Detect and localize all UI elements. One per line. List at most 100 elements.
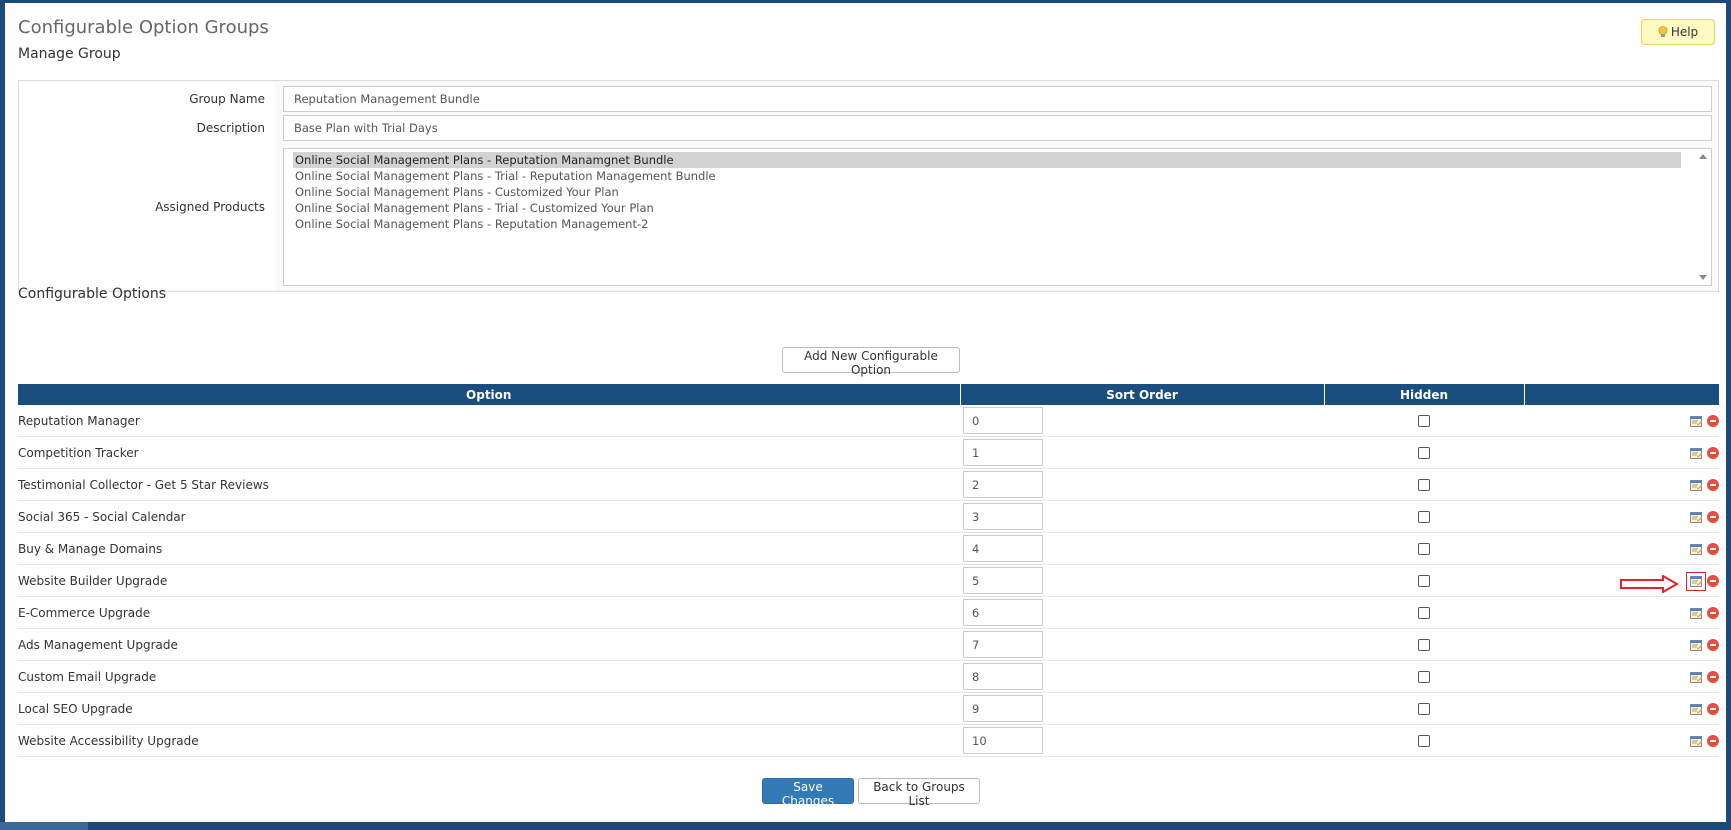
edit-icon[interactable] — [1690, 607, 1702, 619]
assigned-product-option[interactable]: Online Social Management Plans - Trial -… — [284, 168, 1681, 184]
delete-icon[interactable] — [1707, 735, 1719, 747]
sort-order-input[interactable] — [963, 439, 1043, 466]
delete-icon[interactable] — [1707, 479, 1719, 491]
bottom-tab — [0, 822, 88, 830]
help-button[interactable]: Help — [1641, 19, 1715, 45]
description-label: Description — [196, 121, 265, 135]
delete-icon[interactable] — [1707, 447, 1719, 459]
hidden-cell — [1324, 532, 1524, 565]
option-name: Ads Management Upgrade — [18, 628, 960, 661]
description-input[interactable] — [283, 115, 1712, 141]
edit-icon[interactable] — [1690, 447, 1702, 459]
delete-icon[interactable] — [1707, 511, 1719, 523]
configurable-options-heading: Configurable Options — [18, 286, 166, 302]
hidden-checkbox[interactable] — [1418, 735, 1430, 747]
sort-order-input[interactable] — [963, 471, 1043, 498]
assigned-product-option[interactable]: Online Social Management Plans - Reputat… — [293, 152, 1681, 168]
assigned-product-option[interactable]: Online Social Management Plans - Reputat… — [284, 216, 1681, 232]
sort-order-input[interactable] — [963, 727, 1043, 754]
actions-cell — [1524, 532, 1719, 565]
column-header-hidden: Hidden — [1324, 384, 1525, 405]
scroll-up-arrow-icon[interactable] — [1699, 154, 1707, 159]
hidden-cell — [1324, 596, 1524, 629]
actions-cell — [1524, 628, 1719, 661]
hidden-checkbox[interactable] — [1418, 575, 1430, 587]
delete-icon[interactable] — [1707, 543, 1719, 555]
sort-order-input[interactable] — [963, 567, 1043, 594]
edit-icon[interactable] — [1690, 639, 1702, 651]
hidden-cell — [1324, 724, 1524, 757]
hidden-cell — [1324, 660, 1524, 693]
options-table-body: Reputation ManagerCompetition TrackerTes… — [18, 405, 1719, 757]
hidden-checkbox[interactable] — [1418, 703, 1430, 715]
scroll-down-arrow-icon[interactable] — [1699, 275, 1707, 280]
hidden-cell — [1324, 692, 1524, 725]
sort-order-input[interactable] — [963, 535, 1043, 562]
edit-icon[interactable] — [1686, 571, 1706, 591]
sort-order-cell — [960, 660, 1324, 693]
option-name: Custom Email Upgrade — [18, 660, 960, 693]
sort-order-input[interactable] — [963, 631, 1043, 658]
sort-order-input[interactable] — [963, 695, 1043, 722]
edit-icon[interactable] — [1690, 511, 1702, 523]
lightbulb-icon — [1658, 26, 1668, 37]
edit-icon[interactable] — [1690, 703, 1702, 715]
sort-order-cell — [960, 596, 1324, 629]
save-changes-button[interactable]: Save Changes — [762, 778, 854, 808]
assigned-products-listbox[interactable]: Online Social Management Plans - Reputat… — [283, 148, 1712, 286]
option-name: E-Commerce Upgrade — [18, 596, 960, 629]
listbox-scrollbar[interactable] — [1695, 149, 1711, 285]
hidden-cell — [1324, 564, 1524, 597]
actions-cell — [1524, 596, 1719, 629]
help-button-label: Help — [1670, 25, 1699, 39]
hidden-cell — [1324, 468, 1524, 501]
hidden-checkbox[interactable] — [1418, 607, 1430, 619]
actions-cell — [1524, 436, 1719, 469]
manage-group-heading: Manage Group — [18, 46, 121, 62]
actions-cell — [1524, 468, 1719, 501]
edit-icon[interactable] — [1690, 543, 1702, 555]
sort-order-cell — [960, 532, 1324, 565]
table-row: Website Accessibility Upgrade — [18, 724, 1719, 757]
delete-icon[interactable] — [1707, 703, 1719, 715]
hidden-checkbox[interactable] — [1418, 639, 1430, 651]
column-header-option: Option — [18, 384, 961, 405]
hidden-checkbox[interactable] — [1418, 511, 1430, 523]
table-row: Reputation Manager — [18, 405, 1719, 437]
hidden-checkbox[interactable] — [1418, 543, 1430, 555]
assigned-product-option[interactable]: Online Social Management Plans - Trial -… — [284, 200, 1681, 216]
delete-icon[interactable] — [1707, 575, 1719, 587]
sort-order-input[interactable] — [963, 599, 1043, 626]
form-label-column: Group Name Description Assigned Products — [20, 82, 275, 290]
hidden-checkbox[interactable] — [1418, 415, 1430, 427]
table-row: Custom Email Upgrade — [18, 660, 1719, 693]
group-name-input[interactable] — [283, 86, 1712, 112]
edit-icon[interactable] — [1690, 415, 1702, 427]
assigned-product-option[interactable]: Online Social Management Plans - Customi… — [284, 184, 1681, 200]
option-name: Local SEO Upgrade — [18, 692, 960, 725]
table-row: Buy & Manage Domains — [18, 532, 1719, 565]
delete-icon[interactable] — [1707, 415, 1719, 427]
edit-icon[interactable] — [1690, 671, 1702, 683]
delete-icon[interactable] — [1707, 639, 1719, 651]
sort-order-input[interactable] — [963, 407, 1043, 434]
edit-icon[interactable] — [1690, 735, 1702, 747]
page-title: Configurable Option Groups — [18, 17, 269, 38]
delete-icon[interactable] — [1707, 671, 1719, 683]
hidden-checkbox[interactable] — [1418, 671, 1430, 683]
back-to-groups-button[interactable]: Back to Groups List — [858, 778, 980, 808]
table-row: Competition Tracker — [18, 436, 1719, 469]
sort-order-input[interactable] — [963, 503, 1043, 530]
delete-icon[interactable] — [1707, 607, 1719, 619]
sort-order-input[interactable] — [963, 663, 1043, 690]
add-configurable-option-button[interactable]: Add New Configurable Option — [782, 347, 960, 377]
sort-order-cell — [960, 564, 1324, 597]
option-name: Testimonial Collector - Get 5 Star Revie… — [18, 468, 960, 501]
hidden-checkbox[interactable] — [1418, 479, 1430, 491]
page-container: Configurable Option Groups Help Manage G… — [5, 3, 1726, 822]
edit-icon[interactable] — [1690, 479, 1702, 491]
sort-order-cell — [960, 500, 1324, 533]
hidden-cell — [1324, 628, 1524, 661]
hidden-checkbox[interactable] — [1418, 447, 1430, 459]
sort-order-cell — [960, 692, 1324, 725]
